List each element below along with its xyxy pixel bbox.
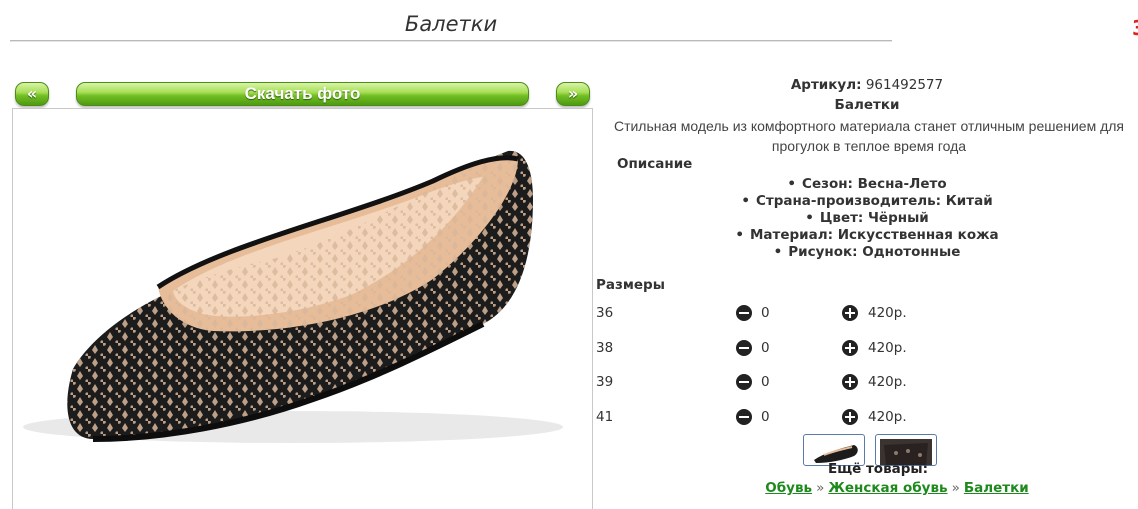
breadcrumb: Обувь» Женская обувь» Балетки xyxy=(596,480,1138,496)
minus-icon[interactable] xyxy=(736,305,752,321)
plus-icon[interactable] xyxy=(842,305,858,321)
edge-mark: 3 xyxy=(1132,16,1138,40)
minus-icon[interactable] xyxy=(736,340,752,356)
minus-icon[interactable] xyxy=(736,409,752,425)
size-price: 420р. xyxy=(868,340,907,356)
download-photo-button[interactable]: Скачать фото xyxy=(76,82,529,106)
quantity-value: 0 xyxy=(761,305,770,321)
breadcrumb-separator: » xyxy=(816,480,825,496)
minus-icon[interactable] xyxy=(736,374,752,390)
spec-item: Сезон: Весна-Лето xyxy=(596,176,1138,193)
plus-icon[interactable] xyxy=(842,340,858,356)
breadcrumb-separator: » xyxy=(951,480,960,496)
sizes-heading: Размеры xyxy=(596,277,665,293)
sku-line: Артикул: 961492577 xyxy=(596,76,1138,94)
spec-item: Страна-производитель: Китай xyxy=(596,193,1138,210)
size-value: 38 xyxy=(596,340,614,356)
page-title: Балетки xyxy=(404,12,498,36)
title-divider xyxy=(10,40,892,42)
breadcrumb-link[interactable]: Балетки xyxy=(964,480,1029,496)
sku-label: Артикул: xyxy=(790,77,862,93)
size-row: 36 0 420р. xyxy=(596,303,1138,323)
size-price: 420р. xyxy=(868,305,907,321)
size-row: 41 0 420р. xyxy=(596,407,1138,427)
quantity-value: 0 xyxy=(761,409,770,425)
description-heading: Описание xyxy=(617,156,693,172)
quantity-value: 0 xyxy=(761,374,770,390)
plus-icon[interactable] xyxy=(842,409,858,425)
ballet-flat-image xyxy=(23,150,563,443)
size-value: 41 xyxy=(596,409,614,425)
breadcrumb-link[interactable]: Обувь xyxy=(765,480,812,496)
sku-value: 961492577 xyxy=(865,77,944,93)
prev-photo-button[interactable]: « xyxy=(15,82,49,106)
spec-item: Цвет: Чёрный xyxy=(596,210,1138,227)
product-name: Балетки xyxy=(834,97,900,113)
spec-item: Материал: Искусственная кожа xyxy=(596,227,1138,244)
breadcrumb-link[interactable]: Женская обувь xyxy=(828,480,947,496)
spec-list: Сезон: Весна-Лето Страна-производитель: … xyxy=(596,176,1138,261)
size-row: 38 0 420р. xyxy=(596,338,1138,358)
next-photo-button[interactable]: » xyxy=(556,82,590,106)
quantity-value: 0 xyxy=(761,340,770,356)
size-row: 39 0 420р. xyxy=(596,372,1138,392)
plus-icon[interactable] xyxy=(842,374,858,390)
product-description: Стильная модель из комфортного материала… xyxy=(613,118,1125,154)
size-value: 39 xyxy=(596,374,614,390)
more-products-label: Ещё товары: xyxy=(827,461,929,477)
size-price: 420р. xyxy=(868,409,907,425)
product-photo xyxy=(12,108,593,509)
size-price: 420р. xyxy=(868,374,907,390)
size-value: 36 xyxy=(596,305,614,321)
spec-item: Рисунок: Однотонные xyxy=(596,244,1138,261)
